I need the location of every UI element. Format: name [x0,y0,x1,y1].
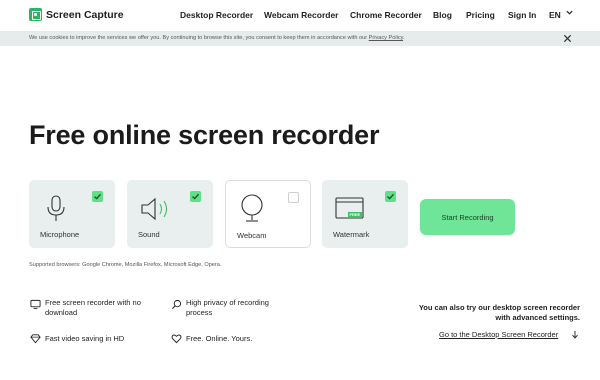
nav-webcam-recorder[interactable]: Webcam Recorder [264,10,338,20]
feature-fast-saving: Fast video saving in HD [45,334,125,343]
supported-browsers: Supported browsers: Google Chrome, Mozil… [29,262,222,268]
close-icon[interactable] [563,34,572,43]
option-label: Watermark [333,230,370,239]
logo[interactable]: Screen Capture [29,8,124,21]
arrow-down-icon[interactable] [571,330,579,339]
check-icon [94,193,101,200]
privacy-policy-link[interactable]: Privacy Policy [369,35,403,41]
page-title: Free online screen recorder [29,120,380,150]
cookie-banner: We use cookies to improve the services w… [0,31,600,46]
nav-blog[interactable]: Blog [433,10,452,20]
option-webcam[interactable]: Webcam [225,180,311,248]
free-badge: FREE [348,212,362,217]
nav-pricing[interactable]: Pricing [466,10,495,20]
option-label: Sound [138,230,160,239]
nav-sign-in[interactable]: Sign In [508,10,536,20]
microphone-icon [47,195,65,221]
language-selector[interactable]: EN [549,10,561,20]
nav-chrome-recorder[interactable]: Chrome Recorder [350,10,422,20]
feature-privacy: High privacy of recording process [186,298,269,317]
diamond-icon [30,334,41,344]
desktop-recorder-link[interactable]: Go to the Desktop Screen Recorder [439,330,558,339]
webcam-checkbox[interactable] [288,192,299,203]
feature-free-online: Free. Online. Yours. [186,334,253,343]
webcam-icon [241,194,263,222]
sound-checkbox[interactable] [190,191,201,202]
option-label: Webcam [237,231,267,240]
cookie-text: We use cookies to improve the services w… [29,35,405,41]
watermark-checkbox[interactable] [385,191,396,202]
desktop-recorder-promo: You can also try our desktop screen reco… [418,303,580,322]
feature-free-no-download: Free screen recorder with no download [45,298,141,317]
check-icon [387,193,394,200]
top-header: Screen Capture Desktop Recorder Webcam R… [0,0,600,31]
option-watermark[interactable]: FREE Watermark [322,180,408,248]
heart-icon [171,334,182,344]
option-label: Microphone [40,230,80,239]
start-recording-button[interactable]: Start Recording [420,199,515,235]
logo-text: Screen Capture [46,8,124,21]
nav-desktop-recorder[interactable]: Desktop Recorder [180,10,253,20]
option-microphone[interactable]: Microphone [29,180,115,248]
chevron-down-icon[interactable] [566,9,573,16]
check-icon [192,193,199,200]
microphone-checkbox[interactable] [92,191,103,202]
option-sound[interactable]: Sound [127,180,213,248]
logo-icon [29,8,42,21]
monitor-icon [30,299,41,310]
search-icon [172,299,182,309]
speaker-icon [141,197,168,221]
